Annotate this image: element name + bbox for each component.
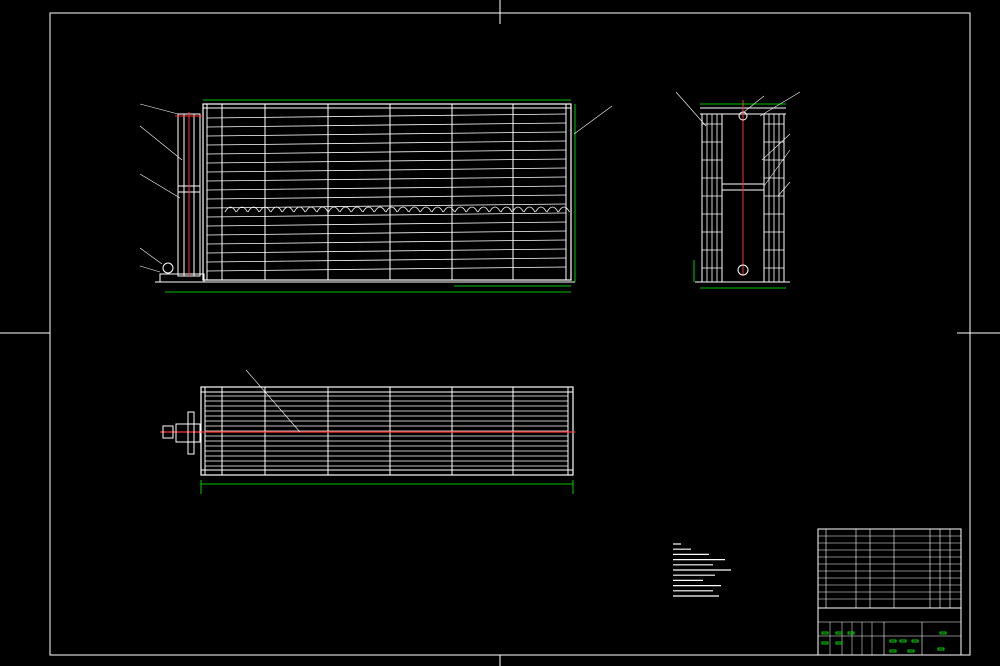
technical-notes-block — [673, 543, 731, 597]
fin-line — [206, 221, 567, 227]
drive-base — [159, 273, 205, 283]
cad-drawing — [0, 0, 1000, 666]
arc-segment — [454, 206, 467, 213]
fin-line — [206, 266, 567, 272]
drive-shaft-housing — [187, 411, 195, 455]
arc-segment — [466, 206, 478, 213]
fin-line — [206, 239, 567, 245]
fin-line — [206, 140, 567, 146]
title-text-mark — [847, 631, 855, 635]
title-text-mark — [821, 641, 829, 645]
fin-line — [206, 131, 567, 137]
leader-line — [675, 91, 707, 127]
fin-line — [206, 113, 567, 119]
arc-segment — [408, 206, 421, 213]
arc-segment — [443, 206, 455, 213]
fin-line — [206, 185, 567, 191]
leader-line — [763, 149, 791, 187]
frame-outline — [202, 103, 572, 281]
arc-segment — [270, 206, 283, 213]
arc-segment — [477, 206, 490, 213]
arc-segment — [420, 206, 432, 213]
arc-segment — [489, 206, 501, 213]
title-text-mark — [899, 639, 907, 643]
arc-segment — [282, 206, 294, 213]
title-text-mark — [939, 631, 947, 635]
arc-segment — [385, 206, 398, 213]
arc-segment — [535, 206, 547, 213]
plan-view — [160, 369, 575, 494]
title-text-mark — [889, 649, 897, 653]
arc-segment — [339, 206, 352, 213]
leader-line — [139, 103, 179, 115]
title-text-mark — [835, 631, 843, 635]
title-text-mark — [911, 639, 919, 643]
side-elevation-view — [675, 91, 801, 289]
fin-line — [206, 167, 567, 173]
motor-symbol — [162, 262, 174, 274]
arc-segment — [431, 206, 444, 213]
arc-segment — [328, 206, 340, 213]
drawing-sheet — [0, 0, 1000, 666]
leader-line — [139, 125, 183, 161]
arc-segment — [351, 206, 363, 213]
arc-segment — [523, 206, 536, 213]
fin-line — [206, 212, 567, 218]
fin-line — [206, 248, 567, 254]
leader-line — [139, 247, 163, 265]
fin-line — [206, 230, 567, 236]
fin-line — [206, 176, 567, 182]
title-text-mark — [821, 631, 829, 635]
title-text-mark — [907, 649, 915, 653]
arc-segment — [546, 206, 559, 213]
arc-segment — [362, 206, 375, 213]
arc-segment — [397, 206, 409, 213]
fin-line — [206, 203, 567, 209]
title-text-mark — [937, 647, 945, 651]
arc-segment — [500, 206, 513, 213]
arc-segment — [293, 206, 306, 213]
fin-line — [206, 149, 567, 155]
arc-segment — [374, 206, 386, 213]
arc-segment — [305, 206, 317, 213]
title-text-mark — [889, 639, 897, 643]
fin-line — [206, 122, 567, 128]
leader-line — [139, 265, 161, 273]
arc-segment — [558, 206, 570, 213]
leader-line — [139, 173, 181, 199]
leader-line — [573, 105, 613, 135]
title-block — [817, 528, 962, 656]
title-text-mark — [835, 641, 843, 645]
front-elevation-view — [139, 99, 613, 293]
arc-segment — [316, 206, 329, 213]
fin-line — [206, 194, 567, 200]
arc-segment — [512, 206, 524, 213]
fin-line — [206, 158, 567, 164]
fin-line — [206, 257, 567, 263]
